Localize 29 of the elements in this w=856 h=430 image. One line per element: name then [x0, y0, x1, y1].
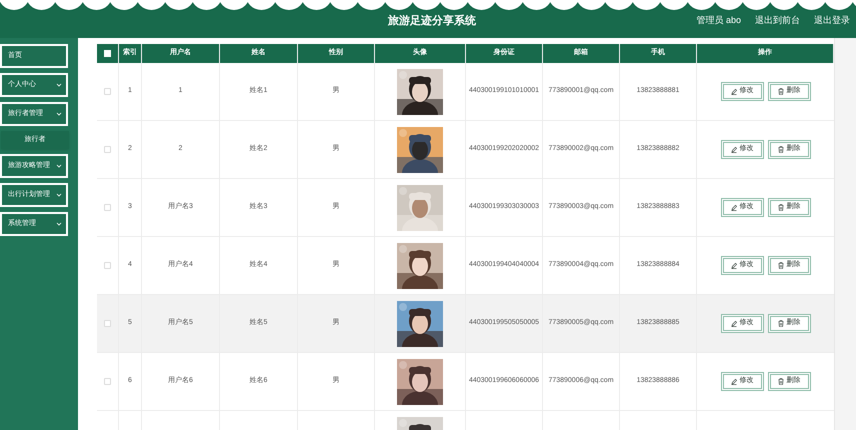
row-checkbox[interactable]	[104, 378, 111, 385]
row-checkbox[interactable]	[104, 262, 111, 269]
trash-icon	[778, 320, 784, 327]
row-checkbox[interactable]	[104, 320, 111, 327]
trash-icon	[778, 204, 784, 211]
header-link[interactable]: 退出到前台	[755, 14, 800, 28]
trash-icon	[778, 262, 784, 269]
chevron-icon	[56, 82, 62, 88]
select-all-checkbox[interactable]	[104, 50, 111, 57]
app-title: 旅游足迹分享系统	[388, 14, 476, 29]
chevron-icon	[56, 192, 62, 198]
trash-icon	[778, 146, 784, 153]
user-link[interactable]: 管理员 abo	[696, 14, 741, 28]
row-checkbox[interactable]	[104, 204, 111, 211]
pencil-icon	[730, 320, 736, 327]
pencil-icon	[730, 378, 736, 385]
pencil-icon	[730, 88, 736, 95]
trash-icon	[778, 378, 784, 385]
header-link[interactable]: 退出登录	[814, 14, 850, 28]
trash-icon	[778, 88, 784, 95]
chevron-icon	[56, 111, 62, 117]
chevron-icon	[56, 163, 62, 169]
scrollbar[interactable]	[834, 38, 856, 430]
pencil-icon	[730, 262, 736, 269]
pencil-icon	[730, 146, 736, 153]
chevron-icon	[56, 221, 62, 227]
row-checkbox[interactable]	[104, 146, 111, 153]
pencil-icon	[730, 204, 736, 211]
row-checkbox[interactable]	[104, 88, 111, 95]
